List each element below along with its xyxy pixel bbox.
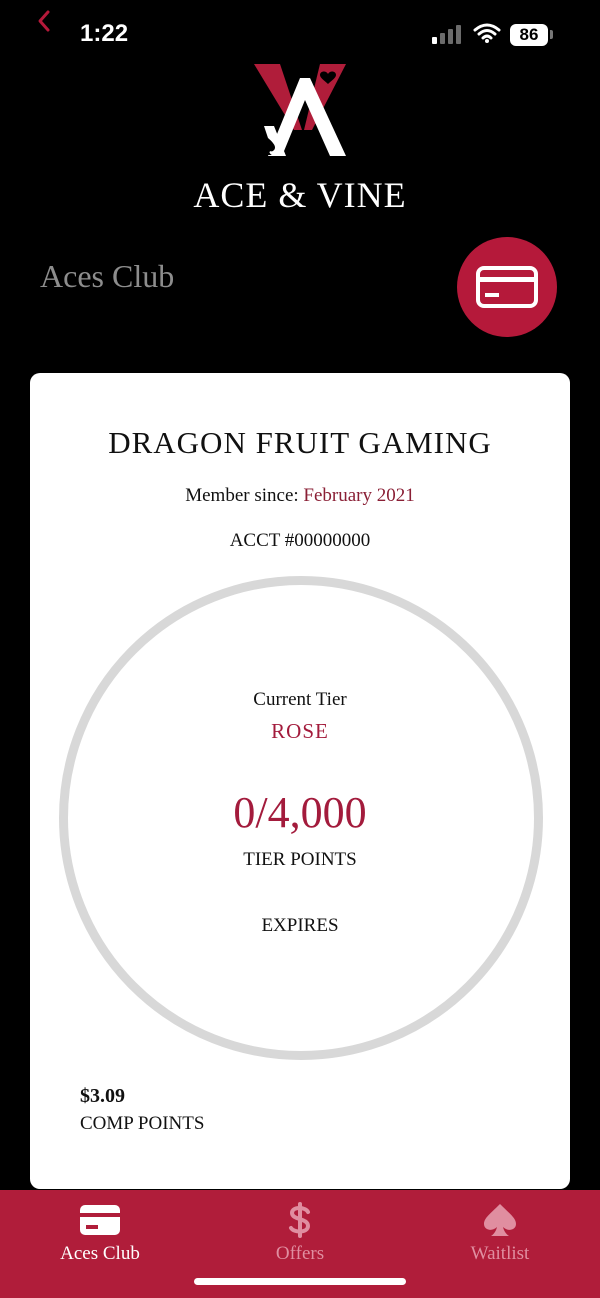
back-chevron-icon[interactable] [34,8,54,36]
tier-points-value: 0/4,000 [233,788,367,837]
current-tier-label: Current Tier [253,689,347,710]
current-tier-name: ROSE [271,719,329,743]
expires-label: EXPIRES [261,915,339,936]
card-icon [476,266,538,308]
member-since-value: February 2021 [303,485,415,506]
brand-name: ACE & VINE [193,175,407,215]
digital-card-button[interactable] [457,237,557,337]
status-time: 1:22 [80,20,129,47]
tab-aces-club[interactable]: Aces Club [0,1190,200,1270]
ace-vine-logo [254,64,346,156]
tab-label: Waitlist [470,1243,530,1264]
tier-points-label: TIER POINTS [243,849,357,870]
member-card: DRAGON FRUIT GAMING Member since: Februa… [30,373,570,1189]
card-icon [80,1205,120,1235]
signal-icon [432,25,461,44]
member-since-label: Member since: [185,485,304,506]
battery-icon: 86 [510,24,548,46]
spade-icon [484,1204,516,1236]
tab-label: Offers [275,1243,325,1264]
comp-points-value: $3.09 [80,1085,125,1107]
tab-waitlist[interactable]: Waitlist [400,1190,600,1270]
page-title: Aces Club [40,258,175,294]
tab-label: Aces Club [60,1243,140,1264]
home-indicator[interactable] [194,1278,406,1285]
wifi-icon [473,23,501,43]
dollar-icon [289,1202,311,1238]
tab-offers[interactable]: Offers [200,1190,400,1270]
account-number: ACCT #00000000 [229,530,371,551]
battery-tip [550,30,553,39]
member-name: DRAGON FRUIT GAMING [108,425,492,460]
comp-points-label: COMP POINTS [80,1113,205,1134]
member-since: Member since: February 2021 [30,485,570,507]
